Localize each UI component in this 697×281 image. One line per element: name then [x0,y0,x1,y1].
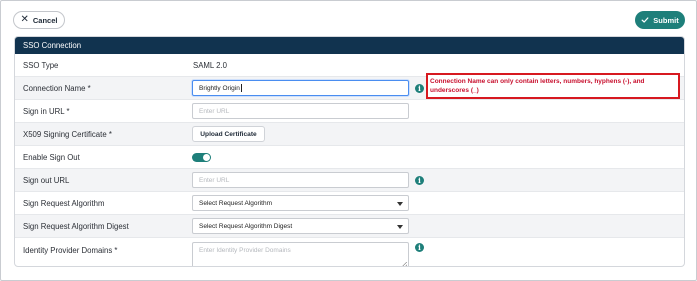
sign-request-algorithm-select[interactable]: Select Request Algorithm [192,195,409,211]
submit-button[interactable]: Submit [635,11,685,29]
connection-name-label: Connection Name * [23,83,91,93]
page-frame: ✕ Cancel Submit SSO Connection SSO Type … [0,0,697,281]
error-message: Connection Name can only contain letters… [430,78,645,94]
connection-name-value: Brightly Origin [199,84,240,92]
upload-certificate-button[interactable]: Upload Certificate [192,126,265,142]
submit-button-label: Submit [653,15,679,25]
sign-out-url-placeholder: Enter URL [199,176,230,184]
row-sign-out-url: Sign out URL Enter URL i [15,169,684,192]
sign-request-algorithm-digest-select[interactable]: Select Request Algorithm Digest [192,218,409,234]
sso-type-value: SAML 2.0 [193,60,227,70]
connection-name-error: Connection Name can only contain letters… [426,73,680,99]
row-identity-provider-domains: Identity Provider Domains * Enter Identi… [15,238,684,266]
sign-request-algorithm-label: Sign Request Algorithm [23,198,105,208]
cancel-button[interactable]: ✕ Cancel [13,11,65,29]
identity-provider-domains-label: Identity Provider Domains * [23,246,118,255]
section-title: SSO Connection [23,41,82,50]
chevron-down-icon [397,225,403,229]
check-icon [641,17,649,23]
x509-certificate-label: X509 Signing Certificate * [23,129,112,139]
enable-sign-out-toggle[interactable] [192,152,211,162]
upload-certificate-label: Upload Certificate [200,130,257,138]
toggle-knob [203,153,210,161]
identity-provider-domains-textarea[interactable]: Enter Identity Provider Domains [192,242,409,266]
sign-request-algorithm-selected: Select Request Algorithm [199,199,272,207]
row-sign-request-algorithm-digest: Sign Request Algorithm Digest Select Req… [15,215,684,238]
sign-out-url-input[interactable]: Enter URL [192,172,409,188]
section-header: SSO Connection [15,37,684,54]
text-caret [240,84,242,92]
row-enable-sign-out: Enable Sign Out [15,146,684,169]
sign-out-url-label: Sign out URL [23,175,70,185]
cancel-button-label: Cancel [32,15,58,25]
info-icon[interactable]: i [415,243,424,252]
sign-in-url-input[interactable]: Enter URL [192,103,409,119]
sign-request-algorithm-digest-label: Sign Request Algorithm Digest [23,221,129,231]
row-sign-request-algorithm: Sign Request Algorithm Select Request Al… [15,192,684,215]
sign-in-url-placeholder: Enter URL [199,107,230,115]
resize-handle-icon[interactable] [401,262,407,266]
connection-name-input[interactable]: Brightly Origin [192,80,409,96]
close-icon: ✕ [20,14,29,25]
row-sign-in-url: Sign in URL * Enter URL [15,100,684,123]
info-icon[interactable]: i [415,83,424,93]
top-toolbar: ✕ Cancel Submit [1,1,697,37]
enable-sign-out-label: Enable Sign Out [23,152,80,162]
identity-provider-domains-placeholder: Enter Identity Provider Domains [199,247,291,254]
sign-request-algorithm-digest-selected: Select Request Algorithm Digest [199,222,293,230]
sso-connection-card: SSO Connection SSO Type SAML 2.0 Connect… [14,36,685,267]
sign-in-url-label: Sign in URL * [23,106,70,116]
sso-type-label: SSO Type [23,60,59,70]
chevron-down-icon [397,202,403,206]
row-x509-certificate: X509 Signing Certificate * Upload Certif… [15,123,684,146]
info-icon[interactable]: i [415,175,424,185]
